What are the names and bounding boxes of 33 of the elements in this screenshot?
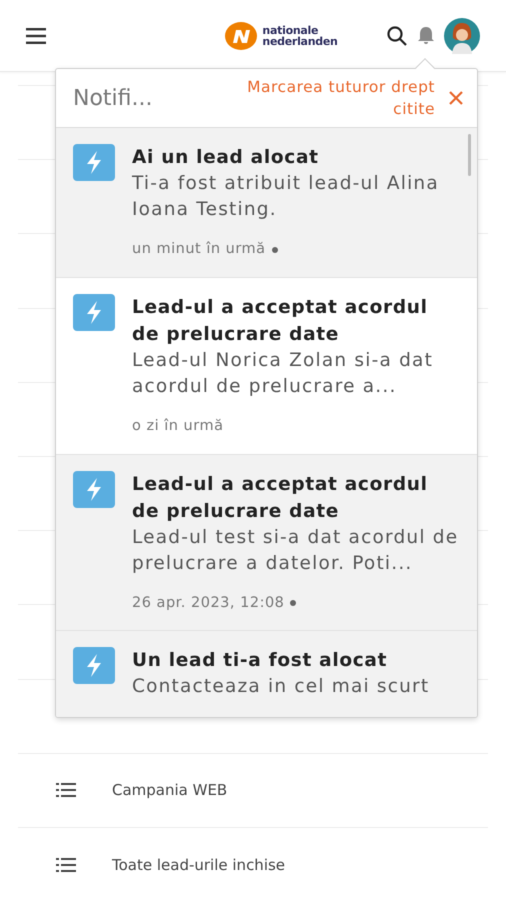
notification-body: Lead-ul Norica Zolan si-a dat acordul de prelucrare a... [132, 348, 434, 399]
list-icon [56, 783, 76, 798]
notification-title: Lead-ul a acceptat acordul de prelucrare date [132, 296, 429, 347]
search-icon[interactable] [386, 24, 408, 46]
logo-text: nationale [262, 24, 320, 36]
lightning-icon [73, 294, 115, 331]
notification-time: o zi în urmă [132, 416, 224, 436]
notification-body: Ti-a fost atribuit lead-ul Alina Ioana Testing. [132, 172, 440, 222]
notification-body: Lead-ul test si-a dat acordul de prelucrare a datelor. Poti... [132, 526, 460, 576]
scrollbar-thumb[interactable] [468, 134, 471, 176]
list-icon [56, 858, 76, 872]
notification-time: 26 apr. 2023, 12:08 [132, 594, 284, 612]
lightning-icon [73, 470, 115, 508]
notification-time: un minut în urmă [132, 240, 266, 259]
panel-title: Notifi... [73, 84, 154, 112]
list-label[interactable]: Campania WEB [112, 779, 228, 802]
list-label[interactable]: Toate lead-urile inchise [112, 854, 286, 876]
bell-icon[interactable] [416, 26, 436, 46]
notification-body: Contacteaza in cel mai scurt [132, 675, 430, 700]
logo-icon [224, 20, 258, 50]
notification-title: Ai un lead alocat [132, 146, 320, 170]
logo-text: nederlanden [262, 36, 338, 46]
notification-item[interactable]: Un lead ti-a fost alocat Contacteaza in cel mai scurt [56, 631, 477, 717]
notification-title: Lead-ul a acceptat acordul de prelucrare date [132, 472, 429, 524]
notification-item[interactable]: Lead-ul a acceptat acordul de prelucrare date Lead-ul Norica Zolan si-a dat acordul de prelucrare a... o zi în urmă [56, 278, 477, 454]
avatar-icon[interactable] [444, 18, 480, 54]
lightning-icon [73, 144, 115, 181]
notification-title: Un lead ti-a fost alocat [132, 649, 388, 674]
lightning-icon [73, 647, 115, 684]
menu-icon[interactable] [26, 28, 46, 44]
notification-item[interactable]: Lead-ul a acceptat acordul de prelucrare date Lead-ul test si-a dat acordul de prelucrare a datelor. Poti... 26 apr. 2023, 12:08 [56, 454, 477, 632]
close-icon[interactable] [449, 91, 463, 105]
notification-item[interactable]: Ai un lead alocat Ti-a fost atribuit lead-ul Alina Ioana Testing. un minut în urmă [56, 128, 477, 278]
